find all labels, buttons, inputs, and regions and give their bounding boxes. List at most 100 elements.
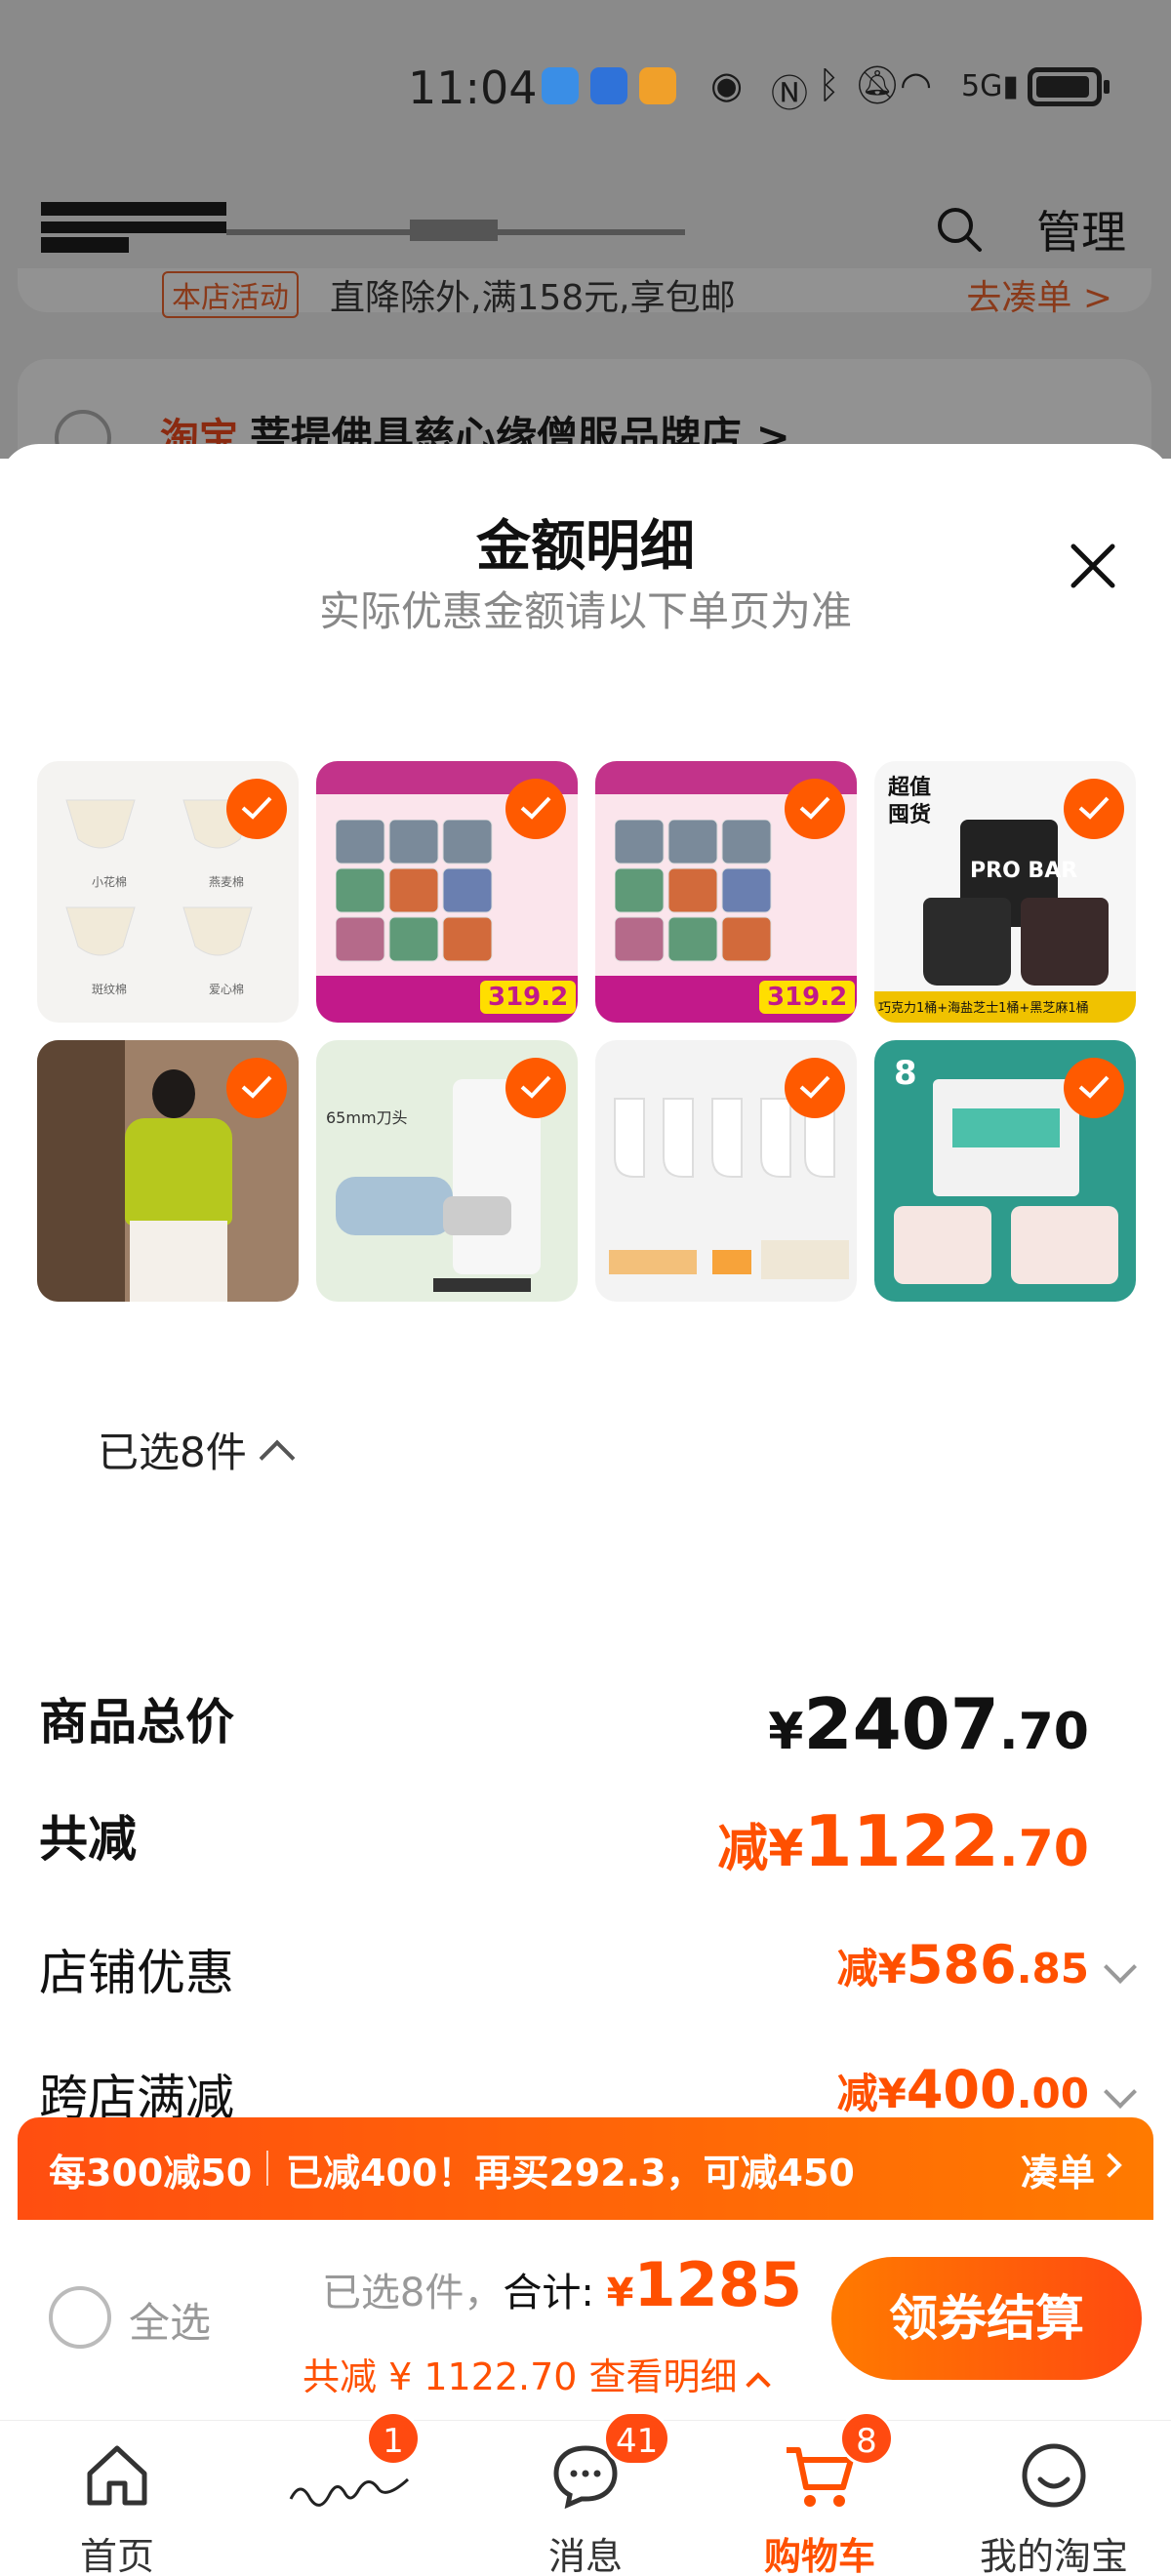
background-page: 11:04 ◉ Ⓝ ᛒ 🔕︎ ◠ 5G▮ 本店活动 直降除外,满158元,享包邮… xyxy=(0,0,1171,459)
row-total-price: 商品总价 ¥2407.70 xyxy=(39,1683,1132,1765)
total-line: 已选8件，合计: ¥1285 xyxy=(322,2249,802,2320)
select-all-label[interactable]: 全选 xyxy=(129,2290,211,2350)
product-thumb-diapers[interactable]: 8 xyxy=(874,1040,1136,1302)
manage-button[interactable]: 管理 xyxy=(1036,197,1126,262)
comb-image xyxy=(336,1177,453,1235)
signature-logo-icon xyxy=(289,2477,410,2507)
row-value: 减¥586.85 xyxy=(837,1934,1089,1995)
checkout-bar: 全选 已选8件，合计: ¥1285 共减 ¥ 1122.70 查看明细 领券结算 xyxy=(0,2220,1171,2420)
smiley-icon xyxy=(1022,2443,1086,2508)
cans-image xyxy=(615,820,772,962)
eye-icon: ◉ xyxy=(710,63,744,106)
row-value: 减¥1122.70 xyxy=(717,1800,1089,1882)
nav-badge: 41 xyxy=(603,2411,671,2466)
gather-order-link[interactable]: 凑单 xyxy=(1021,2143,1095,2196)
nav-badge: 8 xyxy=(839,2411,894,2466)
thumb-header: 超值囤货 xyxy=(888,776,932,827)
redacted-title xyxy=(41,221,226,233)
currency-prefix: 减¥ xyxy=(836,1945,907,1992)
currency-prefix: ¥ xyxy=(768,1703,804,1761)
currency-symbol: ¥ xyxy=(606,2271,634,2315)
chevron-up-icon xyxy=(745,2372,771,2397)
redacted-title xyxy=(410,220,498,241)
selected-check-icon xyxy=(785,779,845,839)
nav-label: 消息 xyxy=(547,2535,623,2576)
person-image xyxy=(152,1069,195,1118)
product-thumb-underwear[interactable]: 小花棉 燕麦棉 斑纹棉 爱心棉 xyxy=(37,761,299,1023)
selected-check-icon xyxy=(785,1058,845,1118)
thumb-caption: 65mm刀头 xyxy=(326,1108,408,1127)
selected-check-icon xyxy=(226,779,287,839)
nav-home[interactable]: 首页 xyxy=(0,2421,234,2576)
bluetooth-icon: ᛒ xyxy=(818,63,840,106)
product-thumb-socks[interactable] xyxy=(595,1040,857,1302)
nav-my-taobao[interactable]: 我的淘宝 xyxy=(937,2421,1171,2576)
checkout-button[interactable]: 领券结算 xyxy=(831,2257,1142,2380)
close-icon[interactable] xyxy=(1064,537,1122,595)
selected-check-icon xyxy=(505,779,566,839)
selected-check-icon xyxy=(1064,1058,1124,1118)
nav-messages[interactable]: 41 消息 xyxy=(468,2411,703,2576)
chevron-right-icon xyxy=(1097,2153,1122,2178)
amount-dec: .85 xyxy=(1016,1945,1089,1992)
redacted-title xyxy=(41,237,129,253)
home-icon xyxy=(87,2445,147,2506)
total-amount: 1285 xyxy=(633,2249,802,2320)
app-notification-icon xyxy=(639,67,676,104)
selected-check-icon xyxy=(226,1058,287,1118)
window-image xyxy=(37,1040,125,1302)
person-image xyxy=(894,1206,991,1284)
app-notification-icon xyxy=(542,67,579,104)
search-icon[interactable] xyxy=(935,205,984,254)
amount-detail-sheet: 金额明细 实际优惠金额请以下单页为准 小花棉 燕麦棉 斑纹棉 爱心棉 319.2… xyxy=(0,444,1171,2122)
row-label: 跨店满减 xyxy=(39,2070,234,2122)
signal-5g-icon: 5G▮ xyxy=(961,69,1019,103)
selected-count-toggle[interactable]: 已选8件 xyxy=(98,1420,296,1479)
thumb-price: 319.2 xyxy=(759,981,856,1014)
amount-dec: .70 xyxy=(998,1820,1089,1878)
promo-text: 直降除外,满158元,享包邮 xyxy=(330,278,736,318)
nav-badge: 1 xyxy=(366,2411,421,2466)
row-value: 减¥400.00 xyxy=(837,2059,1089,2120)
cans-image xyxy=(336,820,493,962)
product-thumb-pro-bar[interactable]: 超值囤货 PRO BAR 巧克力1桶+海盐芝士1桶+黑芝麻1桶 xyxy=(874,761,1136,1023)
total-label: 合计: xyxy=(503,2271,607,2315)
saving-text: 共减 ¥ 1122.70 查看明细 xyxy=(303,2355,738,2398)
bottom-nav: 首页 1 41 消息 8 购物车 我的淘宝 xyxy=(0,2411,1171,2576)
blouse-image xyxy=(125,1118,232,1226)
amount-int: 2407 xyxy=(803,1683,999,1765)
product-thumb-grooming-comb[interactable]: 65mm刀头 xyxy=(316,1040,578,1302)
tub-image xyxy=(923,898,1011,986)
selected-check-icon xyxy=(505,1058,566,1118)
chevron-down-icon xyxy=(1104,1951,1137,1984)
view-details-link[interactable]: 共减 ¥ 1122.70 查看明细 xyxy=(303,2347,771,2400)
product-thumb-cat-food[interactable]: 319.2 xyxy=(595,761,857,1023)
gather-link: 去凑单 > xyxy=(966,278,1112,318)
select-all-radio[interactable] xyxy=(49,2286,111,2349)
currency-prefix: 减¥ xyxy=(836,2070,907,2117)
chevron-up-icon xyxy=(259,1439,296,1476)
nav-label: 我的淘宝 xyxy=(979,2535,1128,2576)
thumb-brand: PRO BAR xyxy=(970,859,1078,883)
header-bar: 管理 xyxy=(0,161,1171,268)
thumb-count: 8 xyxy=(894,1054,917,1093)
mute-bell-icon: 🔕︎ xyxy=(854,63,902,106)
row-value: ¥2407.70 xyxy=(768,1683,1089,1765)
product-thumb-blouse[interactable] xyxy=(37,1040,299,1302)
product-thumb-cat-food[interactable]: 319.2 xyxy=(316,761,578,1023)
redacted-text xyxy=(433,1278,531,1292)
promo-strip[interactable]: 每300减50 已减400！再买292.3，可减450 凑单 xyxy=(18,2117,1153,2220)
thumb-caption: 小花棉 xyxy=(92,875,128,889)
row-cross-shop-discount[interactable]: 跨店满减 减¥400.00 xyxy=(39,2059,1137,2122)
currency-prefix: 减¥ xyxy=(717,1820,804,1878)
status-time: 11:04 xyxy=(408,61,538,114)
thumb-caption: 爱心棉 xyxy=(209,983,245,996)
row-label: 商品总价 xyxy=(39,1694,234,1751)
nav-cart[interactable]: 8 购物车 xyxy=(703,2411,937,2576)
row-shop-discount[interactable]: 店铺优惠 减¥586.85 xyxy=(39,1934,1137,2002)
selected-count-text: 已选8件， xyxy=(321,2271,504,2315)
amount-int: 1122 xyxy=(803,1800,999,1882)
thumb-price: 319.2 xyxy=(480,981,577,1014)
nav-brand[interactable]: 1 xyxy=(234,2411,468,2576)
amount-int: 400 xyxy=(906,2059,1017,2120)
